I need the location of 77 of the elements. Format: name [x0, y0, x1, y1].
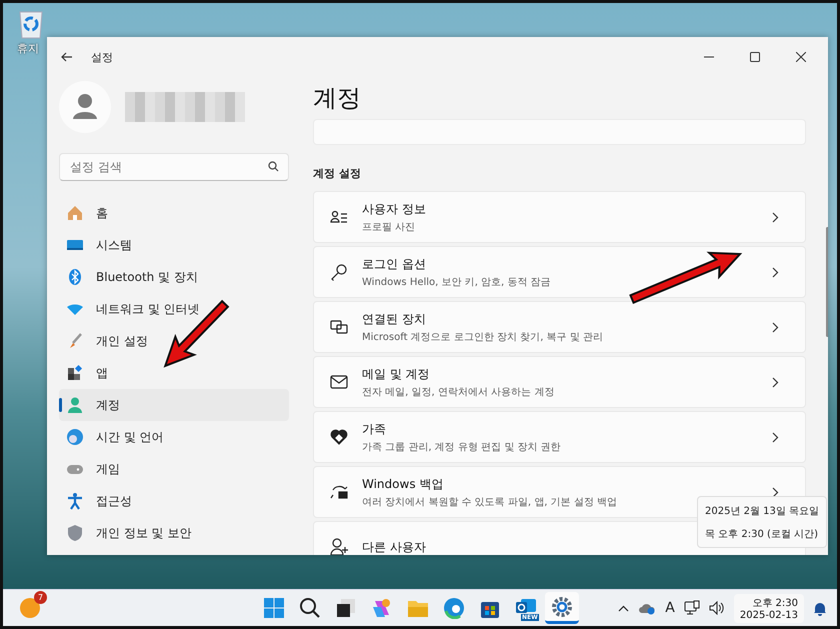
recycle-bin-icon[interactable]: [17, 9, 45, 39]
nav-item[interactable]: 게임: [59, 453, 289, 485]
nav-item[interactable]: 네트워크 및 인터넷: [59, 293, 289, 325]
clock-time: 오후 2:30: [752, 596, 798, 610]
nav-item[interactable]: 접근성: [59, 485, 289, 517]
page-title: 계정: [313, 83, 362, 114]
section-heading: 계정 설정: [313, 166, 362, 181]
start-icon: [263, 597, 285, 619]
back-arrow-icon[interactable]: [61, 52, 73, 62]
nav-item[interactable]: 개인 정보 및 보안: [59, 517, 289, 549]
chevron-right-icon: [772, 432, 779, 442]
account-icon: [66, 396, 84, 414]
card-subtitle: Microsoft 계정으로 로그인한 장치 찾기, 복구 및 관리: [362, 330, 604, 344]
time-icon: [66, 428, 84, 446]
edge-icon: [443, 597, 465, 619]
chevron-right-icon: [772, 376, 779, 388]
chevron-right-icon: [772, 266, 779, 278]
settings-taskbar-button[interactable]: [545, 592, 579, 624]
weather-widget[interactable]: 7: [17, 595, 43, 621]
others-icon: [330, 538, 348, 555]
card-subtitle: 가족 그룹 관리, 계정 유형 편집 및 장치 권한: [362, 440, 562, 454]
taskview-icon: [335, 597, 357, 619]
devices-icon: [330, 318, 348, 336]
clock[interactable]: 오후 2:30 2025-02-13: [734, 594, 804, 622]
card-title: Windows 백업: [362, 476, 444, 492]
family-icon: [330, 428, 348, 446]
card-title: 가족: [362, 420, 387, 438]
nav-item[interactable]: 홈: [59, 197, 289, 229]
chevron-up-icon[interactable]: [618, 604, 630, 612]
card-title: 연결된 장치: [362, 310, 427, 328]
card-subtitle: 여러 장치에서 복원할 수 있도록 파일, 앱, 기본 설정 백업: [362, 496, 618, 508]
speaker-icon[interactable]: [708, 601, 725, 615]
mail-icon: [330, 373, 348, 391]
bluetooth-icon: [66, 268, 84, 286]
card-title: 사용자 정보: [362, 200, 427, 218]
settings-icon: [551, 596, 573, 618]
avatar-icon: [59, 81, 111, 133]
nav-item[interactable]: Bluetooth 및 장치: [59, 261, 289, 293]
card-title: 로그인 옵션: [362, 256, 427, 272]
nav-item[interactable]: 앱: [59, 357, 289, 389]
settings-card[interactable]: 메일 및 계정 전자 메일, 일정, 연락처에서 사용하는 계정: [313, 356, 806, 408]
card-title: 다른 사용자: [362, 538, 427, 555]
nav-item[interactable]: 시스템: [59, 229, 289, 261]
home-icon: [66, 204, 84, 222]
chevron-right-icon: [772, 322, 779, 332]
network-icon[interactable]: [684, 600, 700, 616]
settings-card[interactable]: 연결된 장치 Microsoft 계정으로 로그인한 장치 찾기, 복구 및 관리: [313, 301, 806, 353]
card-subtitle: 전자 메일, 일정, 연락처에서 사용하는 계정: [362, 386, 556, 398]
settings-card[interactable]: 가족 가족 그룹 관리, 계정 유형 편집 및 장치 권한: [313, 411, 806, 463]
window-title: 설정: [91, 50, 113, 64]
shield-icon: [66, 524, 84, 542]
bell-icon[interactable]: [813, 600, 827, 616]
settings-card[interactable]: 사용자 정보 프로필 사진: [313, 191, 806, 243]
copilot-icon: [371, 597, 393, 619]
search-icon[interactable]: [268, 161, 279, 172]
search-icon: [299, 597, 321, 619]
clock-date: 2025-02-13: [740, 610, 798, 620]
key-icon: [330, 263, 348, 281]
input-indicator[interactable]: A: [665, 600, 675, 616]
maximize-icon[interactable]: [750, 52, 760, 62]
search-field[interactable]: 설정 검색: [59, 153, 289, 181]
settings-card[interactable]: 로그인 옵션 Windows Hello, 보안 키, 암호, 동적 잠금: [313, 246, 806, 298]
nav-item[interactable]: 시간 및 언어: [59, 421, 289, 453]
chevron-right-icon: [772, 486, 779, 498]
cloud-icon[interactable]: [638, 601, 656, 615]
apps-icon: [66, 364, 84, 382]
close-icon[interactable]: [796, 52, 806, 62]
nav-item[interactable]: 계정: [59, 389, 289, 421]
access-icon: [66, 492, 84, 510]
notification-badge: 7: [34, 591, 47, 604]
nav-item[interactable]: 개인 설정: [59, 325, 289, 357]
annotation-arrow: [164, 300, 230, 368]
backup-icon: [330, 483, 348, 501]
card-title: 메일 및 계정: [362, 366, 431, 382]
card-subtitle: Windows Hello, 보안 키, 암호, 동적 잠금: [362, 276, 552, 288]
card-subtitle: 프로필 사진: [362, 220, 416, 234]
chevron-right-icon: [772, 212, 779, 222]
